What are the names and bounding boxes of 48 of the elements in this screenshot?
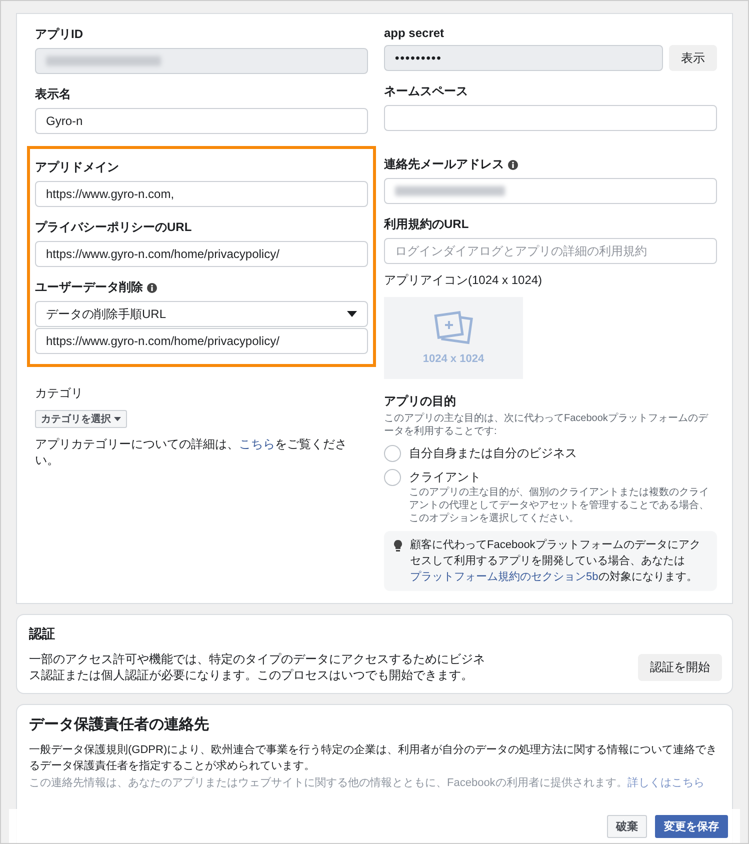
start-verification-button[interactable]: 認証を開始 xyxy=(638,654,722,680)
field-label: app secret xyxy=(384,26,446,40)
help-text: アプリカテゴリーについての詳細は、こちら をご覧ください。 xyxy=(35,436,348,468)
size-text: 1024 x 1024 xyxy=(422,353,484,365)
show-button[interactable]: 表示 xyxy=(669,45,717,71)
save-button[interactable]: 変更を保存 xyxy=(655,814,728,838)
section-title: データ保護責任者の連絡先 xyxy=(29,715,210,734)
field-label: アプリアイコン(1024 x 1024) xyxy=(384,272,544,289)
photo-stack-icon xyxy=(432,311,476,347)
terms-link[interactable]: プラットフォーム規約のセクション5b xyxy=(410,571,598,583)
input-field[interactable]: ••••••••• xyxy=(384,45,663,71)
caret-icon xyxy=(347,311,357,317)
radio-label: 自分自身または自分のビジネス xyxy=(409,445,577,462)
field-label: ユーザーデータ削除 xyxy=(35,279,143,296)
faded-note-text: この連絡先情報は、あなたのアプリまたはウェブサイトに関する他の情報とともに、Facebookの利用者に提供されます。詳しくはこちら xyxy=(29,776,706,791)
input-field[interactable] xyxy=(35,48,368,74)
radio-button[interactable] xyxy=(384,445,401,462)
input-field[interactable]: https://www.gyro-n.com/home/privacypolicy/ xyxy=(35,241,368,267)
input-field[interactable]: https://www.gyro-n.com/home/privacypolicy/ xyxy=(35,328,368,354)
help-link[interactable]: こちら xyxy=(239,437,275,451)
description-text: このアプリの主な目的は、次に代わってFacebookプラットフォームのデータを利用することです: xyxy=(384,412,710,438)
input-field[interactable] xyxy=(384,105,717,131)
field-label: アプリID xyxy=(35,26,84,43)
field-label: アプリドメイン xyxy=(35,159,120,176)
section-text: 一般データ保護規則(GDPR)により、欧州連合で事業を行う特定の企業は、利用者が自分のデータの処理方法に関する情報について連絡できるデータ保護責任者を指定することが求められています。 xyxy=(29,742,718,774)
radio-label: クライアント xyxy=(409,469,481,486)
field-label: カテゴリ xyxy=(35,385,84,402)
input-field[interactable] xyxy=(384,178,717,204)
tip-text: 顧客に代わってFacebookプラットフォームのデータにアクセスして利用するアプリを開発している場合、あなたは プラットフォーム規約のセクション5bの対象になります。 xyxy=(410,538,702,585)
section-title: 認証 xyxy=(29,625,56,643)
field-label: 連絡先メールアドレス xyxy=(384,156,504,173)
field-label: 利用規約のURL xyxy=(384,216,470,233)
input-field[interactable]: https://www.gyro-n.com, xyxy=(35,181,368,207)
field-label: ネームスペース xyxy=(384,83,469,100)
field-label: 表示名 xyxy=(35,86,72,103)
info-icon xyxy=(147,282,157,292)
discard-button[interactable]: 破棄 xyxy=(607,814,647,838)
dropdown[interactable]: データの削除手順URL xyxy=(35,301,368,327)
field-label: プライバシーポリシーのURL xyxy=(35,219,193,236)
input-field[interactable]: Gyro-n xyxy=(35,108,368,134)
radio-button[interactable] xyxy=(384,469,401,486)
section-text: 一部のアクセス許可や機能では、特定のタイプのデータにアクセスするためにビジネス認証または個人認証が必要になります。このプロセスはいつでも開始できます。 xyxy=(29,651,486,683)
caret-icon xyxy=(114,416,121,422)
category-dropdown-button[interactable]: カテゴリを選択 xyxy=(35,410,127,428)
field-label: アプリの目的 xyxy=(384,393,457,410)
description-text: このアプリの主な目的が、個別のクライアントまたは複数のクライアントの代理としてデータやアセットを管理することである場合、このオプションを選択してください。 xyxy=(408,486,710,525)
lightbulb-icon xyxy=(394,540,402,552)
info-icon xyxy=(508,160,518,170)
